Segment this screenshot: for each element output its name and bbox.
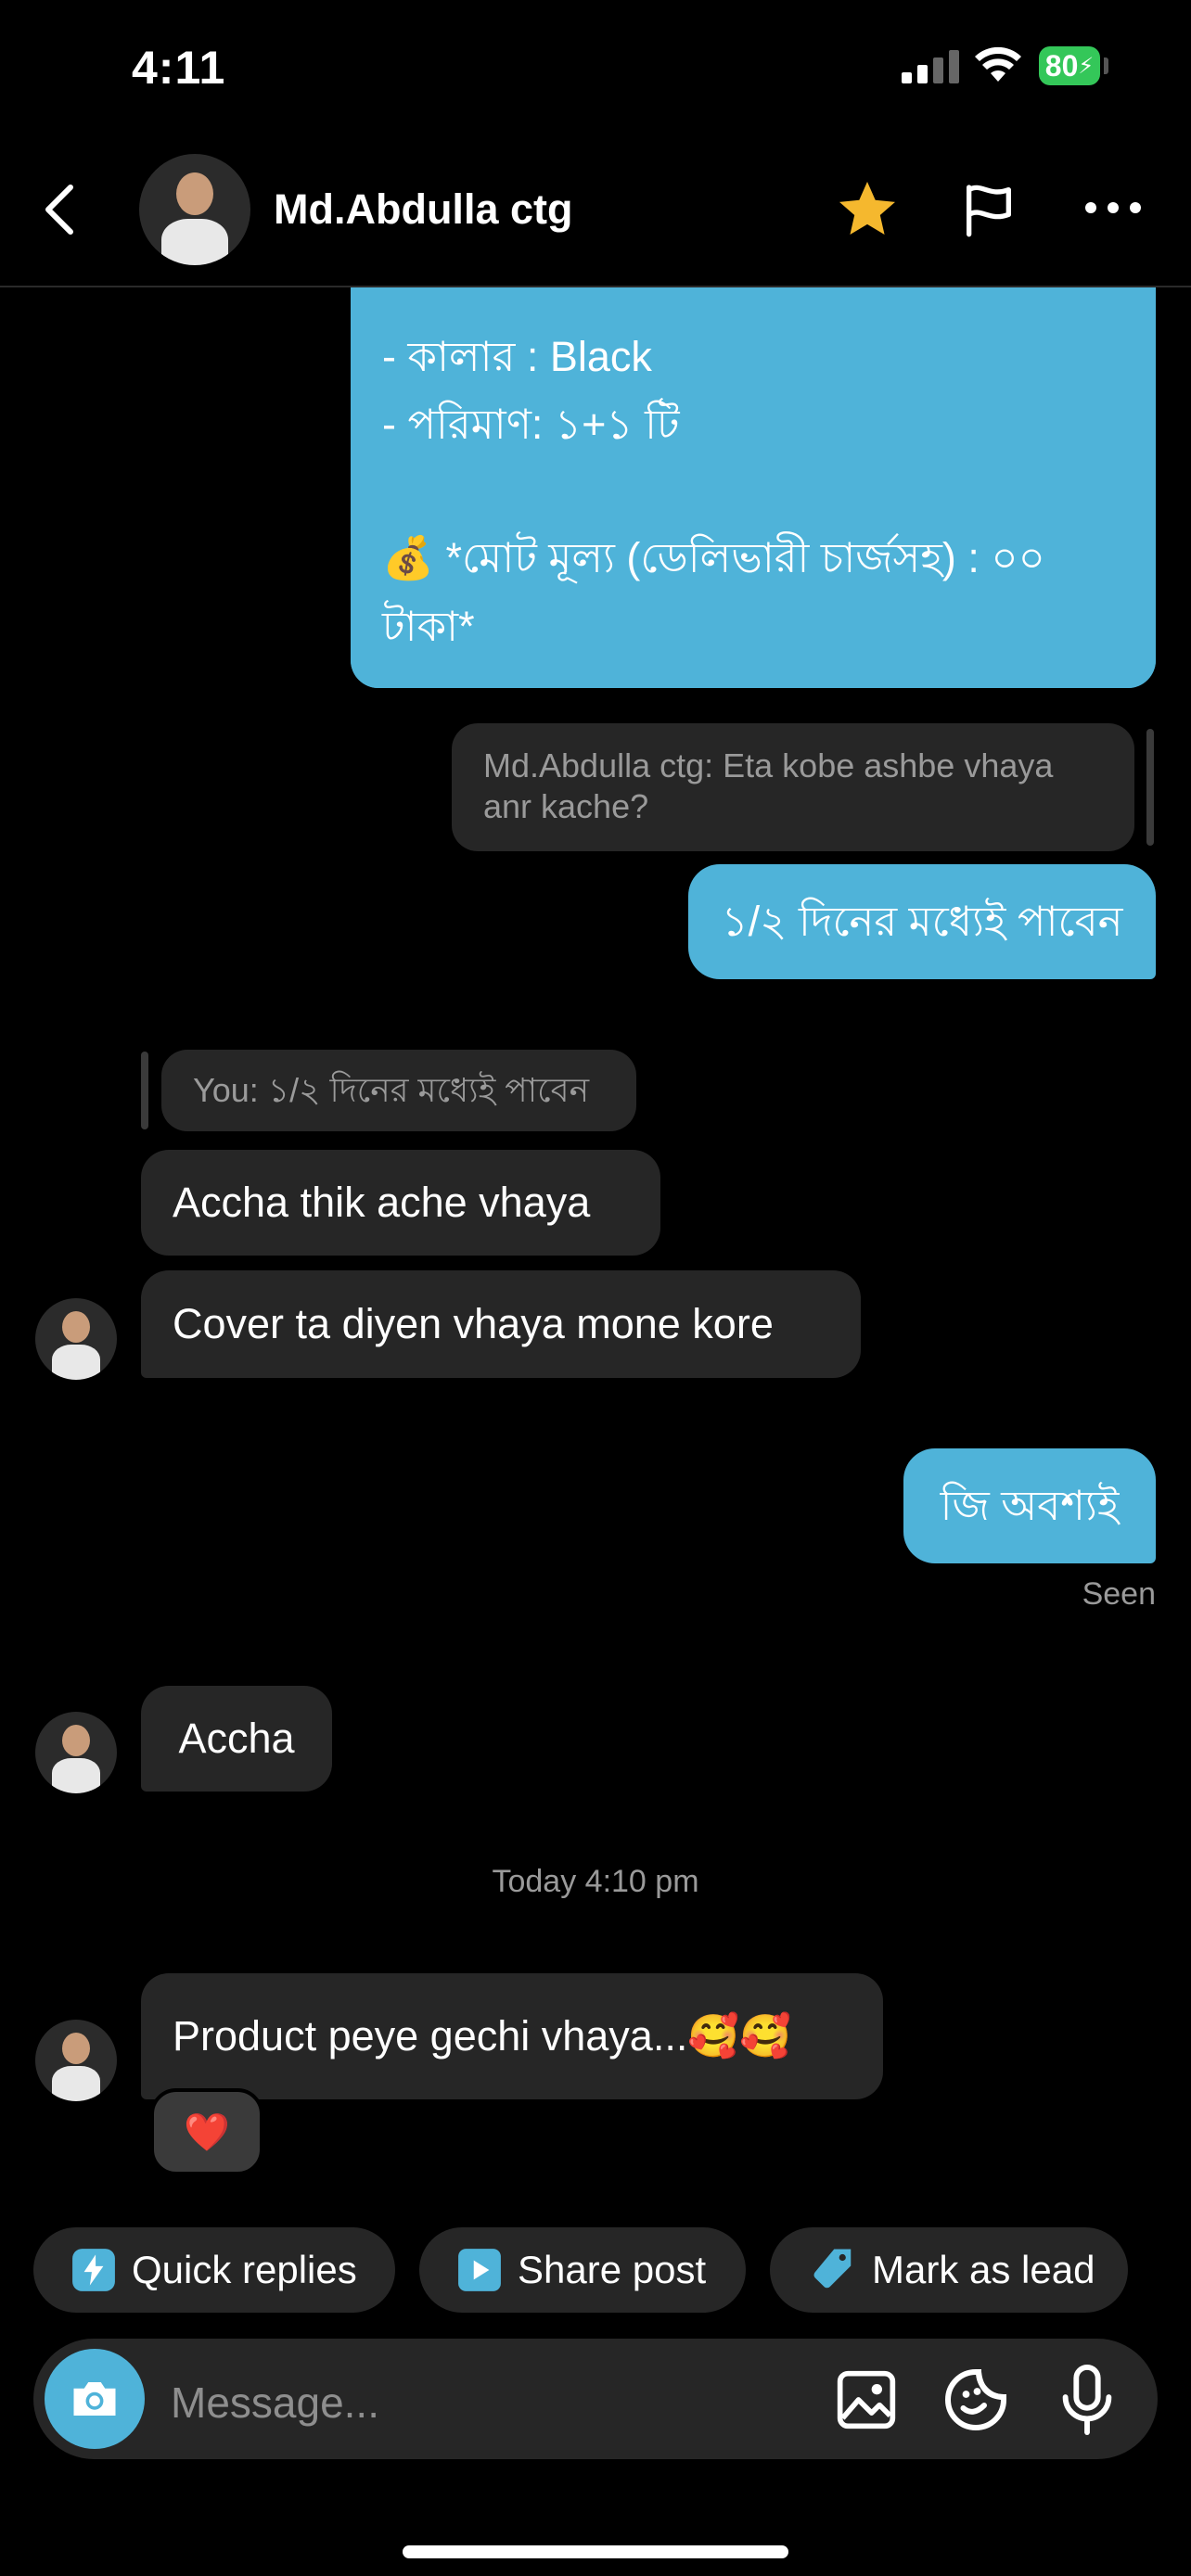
flag-icon[interactable] — [959, 178, 1018, 246]
mark-as-lead-button[interactable]: Mark as lead — [770, 2227, 1128, 2313]
battery-tip — [1104, 57, 1108, 74]
quick-replies-button[interactable]: Quick replies — [33, 2227, 395, 2313]
order-line-quantity: - পরিমাণ: ১+১ টি — [382, 401, 680, 448]
share-post-button[interactable]: Share post — [419, 2227, 746, 2313]
order-summary-bubble-visible[interactable]: - পণ্য নাম: AirPods Pro + Cover - কালার … — [351, 245, 1156, 688]
battery-indicator: 80 ⚡ — [1039, 46, 1100, 85]
contact-avatar[interactable] — [35, 1298, 117, 1380]
order-line-total: 💰 *মোট মূল্য (ডেলিভারী চার্জসহ) : ০০ — [382, 534, 1045, 581]
order-line-color: - কালার : Black — [382, 333, 652, 380]
incoming-message[interactable]: Accha thik ache vhaya — [141, 1150, 660, 1256]
lightning-icon — [72, 2249, 115, 2291]
reaction-badge[interactable]: ❤️ — [150, 2088, 263, 2175]
incoming-message[interactable]: Cover ta diyen vhaya mone kore — [141, 1270, 861, 1378]
header-avatar[interactable] — [139, 154, 250, 265]
microphone-icon[interactable] — [1052, 2363, 1122, 2437]
tag-icon — [813, 2249, 852, 2289]
reply-indicator-bar — [1146, 729, 1154, 846]
outgoing-message[interactable]: জি অবশ্যই — [903, 1448, 1156, 1563]
wifi-icon — [974, 46, 1022, 88]
sticker-icon[interactable] — [941, 2365, 1011, 2435]
more-horizontal-icon[interactable] — [1083, 198, 1143, 222]
play-icon — [458, 2249, 501, 2291]
incoming-message[interactable]: Product peye gechi vhaya...🥰🥰 — [141, 1973, 883, 2099]
seen-status: Seen — [1082, 1576, 1156, 1612]
message-input[interactable] — [169, 2374, 766, 2431]
order-line-currency: টাকা* — [382, 603, 475, 650]
incoming-message[interactable]: Accha — [141, 1686, 332, 1792]
reply-preview[interactable]: You: ১/২ দিনের মধ্যেই পাবেন — [161, 1050, 636, 1131]
reply-preview[interactable]: Md.Abdulla ctg: Eta kobe ashbe vhaya anr… — [452, 723, 1134, 851]
signal-icon — [902, 50, 961, 88]
timestamp: Today 4:10 pm — [492, 1864, 699, 1899]
camera-icon[interactable] — [45, 2349, 145, 2449]
status-time: 4:11 — [132, 42, 226, 94]
contact-avatar[interactable] — [35, 1712, 117, 1793]
star-icon[interactable] — [833, 176, 902, 248]
contact-avatar[interactable] — [35, 2020, 117, 2101]
image-icon[interactable] — [831, 2365, 902, 2435]
reply-indicator-bar — [141, 1052, 148, 1129]
outgoing-message[interactable]: ১/২ দিনের মধ্যেই পাবেন — [688, 864, 1156, 979]
home-indicator[interactable] — [403, 2545, 788, 2558]
back-icon[interactable] — [41, 182, 78, 242]
contact-name[interactable]: Md.Abdulla ctg — [274, 185, 572, 234]
